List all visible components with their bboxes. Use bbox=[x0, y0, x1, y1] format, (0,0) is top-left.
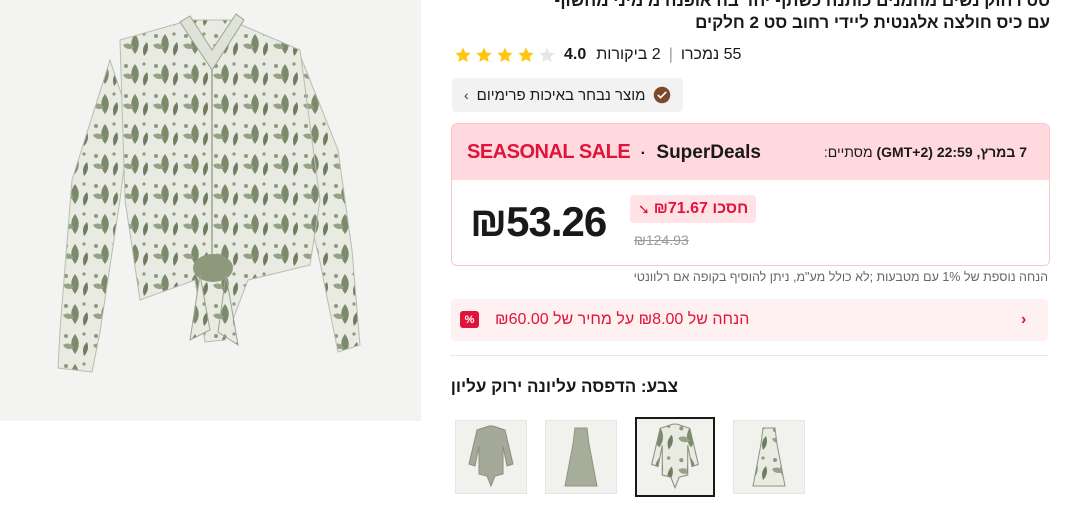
coupon-percent-icon: % bbox=[460, 311, 479, 328]
rating-row: 4.0 2 ביקורות | 55 נמכרו bbox=[450, 44, 755, 66]
floral-shirt-illustration bbox=[0, 0, 421, 421]
star-icon bbox=[455, 47, 471, 63]
chevron-left-icon: ‹ bbox=[464, 87, 469, 103]
title-line-1: סט רחוק נשים מחמנים כותנה כשתף יחד בה או… bbox=[554, 0, 1050, 10]
title-line-2: עם כיס חולצה אלגנטית ליידי רחוב סט 2 חלק… bbox=[695, 13, 1050, 32]
premium-label: מוצר נבחר באיכות פרימיום bbox=[476, 86, 646, 104]
price-drop-arrow-icon: ➘ bbox=[638, 200, 650, 217]
savings-text: חסכו ₪71.67 bbox=[653, 200, 749, 217]
star-icon bbox=[497, 47, 513, 63]
reviews-link[interactable]: 2 ביקורות bbox=[596, 46, 660, 64]
product-title: סט רחוק נשים מחמנים כותנה כשתף יחד בה או… bbox=[450, 0, 1050, 34]
original-price: ₪124.93 bbox=[634, 232, 689, 248]
end-time-value: 7 במרץ, 22:59 (GMT+2) bbox=[876, 144, 1028, 160]
end-time-prefix: מסתיים: bbox=[823, 144, 873, 160]
star-icon bbox=[518, 47, 534, 63]
star-rating[interactable] bbox=[454, 46, 556, 64]
separator: | bbox=[668, 46, 673, 63]
deal-end-time: 7 במרץ, 22:59 (GMT+2) מסתיים: bbox=[824, 144, 1027, 160]
deal-header: SEASONAL SALE · SuperDeals 7 במרץ, 22:59… bbox=[452, 124, 1049, 180]
deal-brand: SEASONAL SALE · SuperDeals bbox=[467, 141, 761, 164]
premium-badge-icon bbox=[654, 86, 671, 104]
price-body: ₪53.26 חסכו ₪71.67 ➘ ₪124.93 bbox=[452, 180, 1049, 264]
color-label: צבע: הדפסה עליונה ירוק עליון bbox=[450, 377, 678, 396]
color-swatch-green-dress[interactable] bbox=[545, 420, 617, 494]
dot-separator: · bbox=[640, 144, 646, 162]
savings-badge: חסכו ₪71.67 ➘ bbox=[630, 195, 757, 223]
star-icon bbox=[476, 47, 492, 63]
product-main-image[interactable] bbox=[0, 0, 421, 421]
color-swatch-green-shirt[interactable] bbox=[455, 420, 527, 494]
sold-count: 55 נמכרו bbox=[680, 46, 742, 63]
color-swatch-print-top-selected[interactable] bbox=[635, 417, 715, 497]
rating-value: 4.0 bbox=[564, 46, 587, 63]
print-dress-thumbnail bbox=[752, 427, 786, 487]
green-dress-thumbnail bbox=[564, 427, 598, 487]
coupon-banner[interactable]: % הנחה של ₪8.00 על מחיר של ₪60.00 › bbox=[451, 299, 1048, 341]
print-shirt-thumbnail bbox=[651, 423, 699, 490]
color-swatch-print-dress[interactable] bbox=[733, 420, 805, 494]
divider bbox=[450, 355, 1048, 356]
superdeals-price-card: SEASONAL SALE · SuperDeals 7 במרץ, 22:59… bbox=[451, 123, 1050, 266]
coupon-text: הנחה של ₪8.00 על מחיר של ₪60.00 bbox=[495, 311, 750, 328]
superdeals-label: SuperDeals bbox=[656, 141, 761, 163]
seasonal-sale-label: SEASONAL SALE bbox=[467, 140, 631, 163]
star-icon-empty bbox=[539, 47, 555, 63]
color-swatches bbox=[455, 417, 805, 497]
chevron-right-icon: › bbox=[1021, 311, 1027, 328]
extra-discount-note: הנחה נוספת של 1% עם מטבעות ;לא כולל מע"מ… bbox=[633, 270, 1048, 284]
premium-quality-chip[interactable]: ‹ מוצר נבחר באיכות פרימיום bbox=[452, 78, 684, 112]
current-price: ₪53.26 bbox=[470, 198, 607, 245]
green-shirt-thumbnail bbox=[468, 425, 514, 488]
